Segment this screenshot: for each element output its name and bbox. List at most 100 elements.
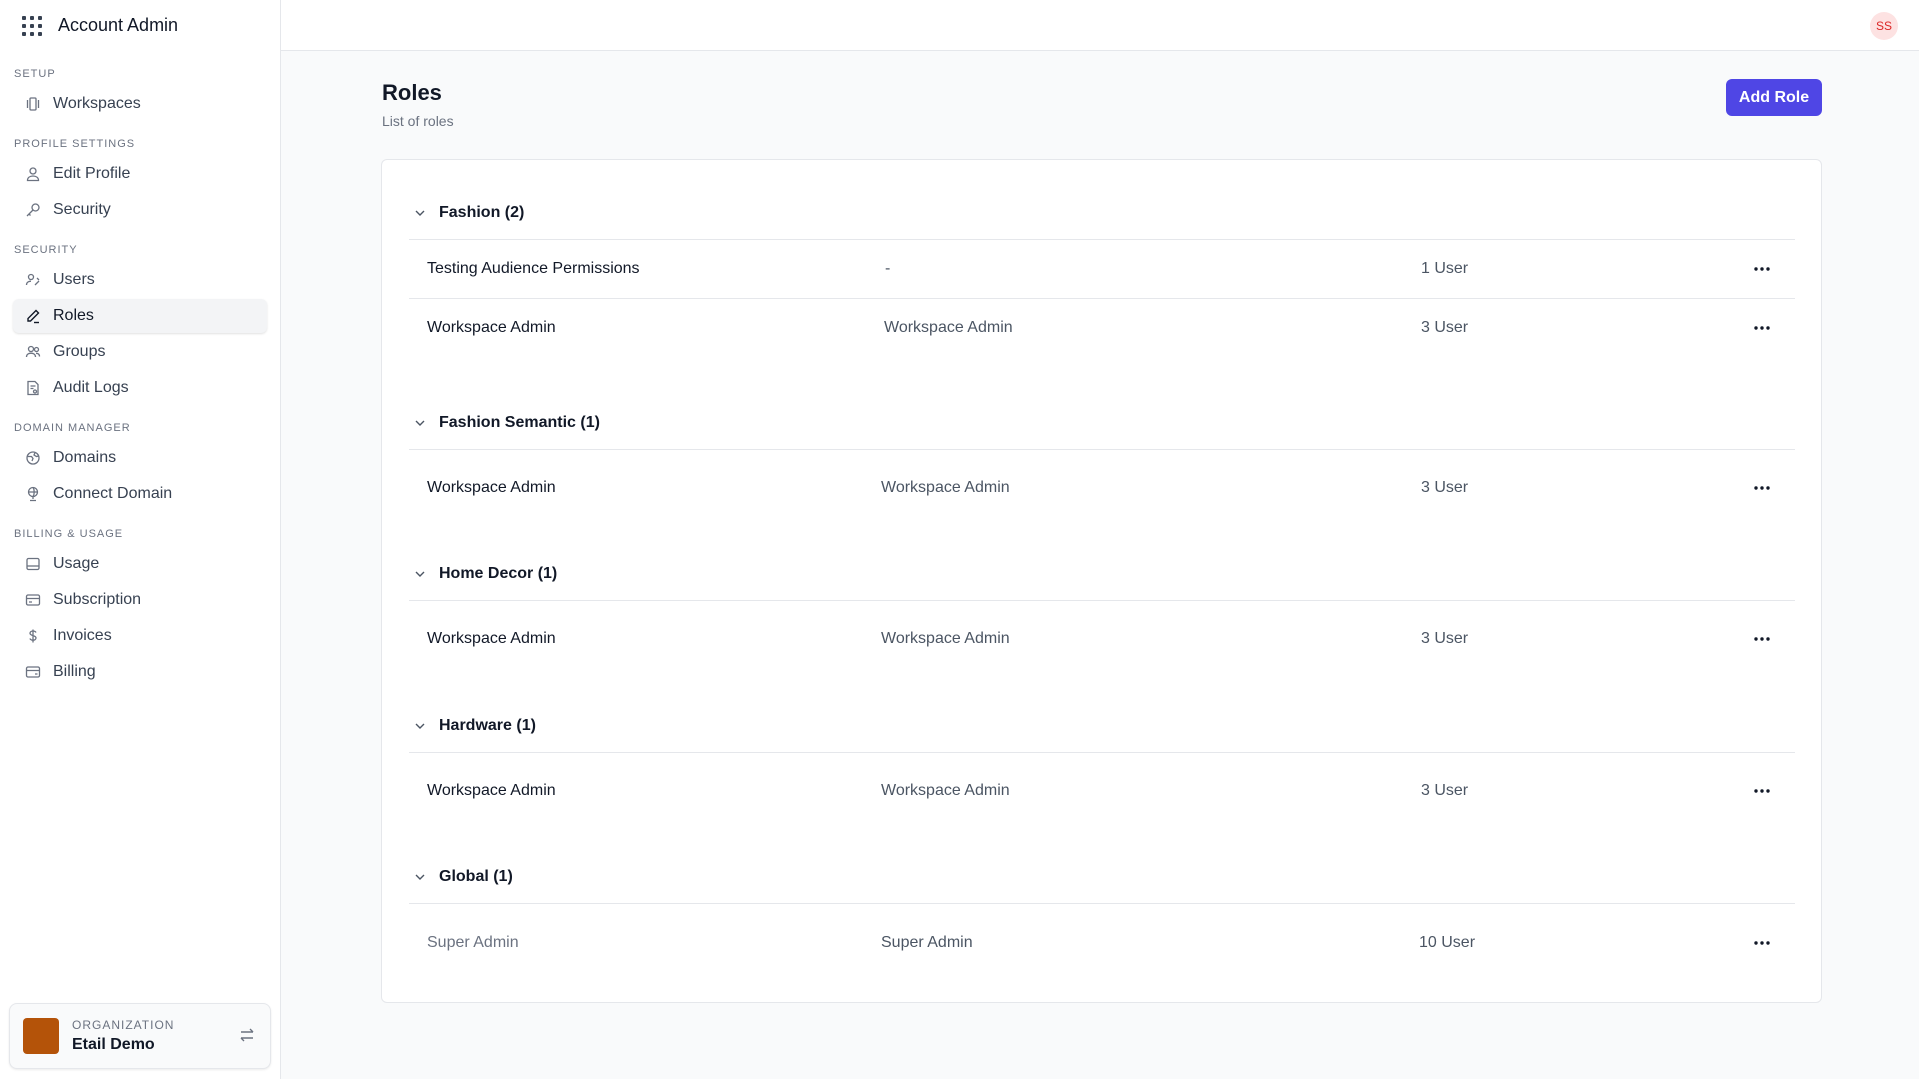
nav-section-setup: SETUP Workspaces	[0, 65, 280, 121]
role-description: Workspace Admin	[881, 630, 1010, 647]
sidebar-item-label: Users	[53, 271, 95, 288]
sidebar-item-usage[interactable]: Usage	[13, 547, 267, 581]
sidebar-item-security[interactable]: Security	[13, 193, 267, 227]
topbar: SS	[281, 0, 1919, 51]
role-user-count: 3 User	[1421, 630, 1469, 647]
table-row[interactable]: Workspace Admin Workspace Admin 3 User	[409, 601, 1795, 677]
sidebar-item-label: Security	[53, 201, 111, 218]
sidebar-item-label: Usage	[53, 555, 100, 572]
role-description: Workspace Admin	[884, 318, 1013, 336]
connect-globe-icon	[25, 486, 41, 502]
table-row[interactable]: Testing Audience Permissions - 1 User	[409, 240, 1795, 298]
nav-heading: SETUP	[14, 68, 56, 80]
organization-name: Etail Demo	[72, 1036, 155, 1053]
role-user-count: 3 User	[1421, 318, 1469, 336]
users-icon	[25, 272, 41, 288]
subscription-icon	[25, 592, 41, 608]
role-user-count: 10 User	[1419, 934, 1476, 951]
role-description: Workspace Admin	[881, 782, 1010, 799]
sidebar-item-connect-domain[interactable]: Connect Domain	[13, 477, 267, 511]
table-row[interactable]: Workspace Admin Workspace Admin 3 User	[409, 450, 1795, 526]
organization-switcher[interactable]: ORGANIZATION Etail Demo	[9, 1003, 271, 1069]
sidebar-item-label: Invoices	[53, 627, 112, 644]
sidebar-item-label: Workspaces	[53, 95, 141, 112]
table-row[interactable]: Super Admin Super Admin 10 User	[409, 904, 1795, 982]
audit-icon	[25, 380, 41, 396]
sidebar-item-label: Roles	[53, 307, 94, 324]
page-subtitle: List of roles	[382, 113, 454, 129]
nav-section-billing-usage: BILLING & USAGE Usage Subscription Invoi…	[0, 525, 280, 689]
sidebar-item-label: Audit Logs	[53, 379, 129, 396]
more-options-icon[interactable]	[1750, 257, 1774, 281]
nav-heading: BILLING & USAGE	[14, 528, 124, 540]
group-title: Global (1)	[439, 867, 513, 885]
group-header[interactable]: Home Decor (1)	[409, 547, 1795, 601]
group-header[interactable]: Hardware (1)	[409, 699, 1795, 753]
more-options-icon[interactable]	[1750, 316, 1774, 340]
group-header[interactable]: Fashion (2)	[409, 186, 1795, 240]
organization-label: ORGANIZATION	[72, 1018, 175, 1032]
sidebar-item-edit-profile[interactable]: Edit Profile	[13, 157, 267, 191]
app-grid-icon[interactable]	[22, 15, 42, 36]
sidebar-item-groups[interactable]: Groups	[13, 335, 267, 369]
globe-icon	[25, 450, 41, 466]
more-options-icon[interactable]	[1750, 627, 1774, 651]
swap-arrows-icon[interactable]	[238, 1026, 256, 1044]
chevron-down-icon	[413, 719, 427, 733]
role-group-fashion-semantic: Fashion Semantic (1) Workspace Admin Wor…	[409, 396, 1795, 526]
group-icon	[25, 344, 41, 360]
key-icon	[25, 202, 41, 218]
sidebar-item-roles[interactable]: Roles	[13, 299, 267, 333]
page-title: Roles	[382, 80, 442, 105]
group-header[interactable]: Fashion Semantic (1)	[409, 396, 1795, 450]
sidebar-item-billing[interactable]: Billing	[13, 655, 267, 689]
group-header[interactable]: Global (1)	[409, 850, 1795, 904]
role-name: Testing Audience Permissions	[427, 260, 640, 277]
role-group-hardware: Hardware (1) Workspace Admin Workspace A…	[409, 699, 1795, 829]
sidebar-item-audit-logs[interactable]: Audit Logs	[13, 371, 267, 405]
user-icon	[25, 166, 41, 182]
pencil-icon	[25, 308, 41, 324]
chevron-down-icon	[413, 567, 427, 581]
sidebar-item-workspaces[interactable]: Workspaces	[13, 87, 267, 121]
sidebar-item-subscription[interactable]: Subscription	[13, 583, 267, 617]
user-avatar[interactable]: SS	[1870, 12, 1898, 40]
app-title: Account Admin	[58, 15, 179, 35]
billing-icon	[25, 664, 41, 680]
sidebar: Account Admin SETUP Workspaces PROFILE S…	[0, 0, 281, 1079]
nav-heading: DOMAIN MANAGER	[14, 422, 131, 434]
role-group-global: Global (1) Super Admin Super Admin 10 Us…	[409, 850, 1795, 982]
roles-card: Fashion (2) Testing Audience Permissions…	[381, 159, 1822, 1003]
nav-section-profile-settings: PROFILE SETTINGS Edit Profile Security	[0, 135, 280, 227]
sidebar-item-invoices[interactable]: Invoices	[13, 619, 267, 653]
dollar-icon	[25, 628, 41, 644]
sidebar-item-users[interactable]: Users	[13, 263, 267, 297]
nav-section-domain-manager: DOMAIN MANAGER Domains Connect Domain	[0, 419, 280, 511]
role-name: Workspace Admin	[427, 630, 556, 647]
usage-icon	[25, 556, 41, 572]
chevron-down-icon	[413, 416, 427, 430]
add-role-button[interactable]: Add Role	[1726, 79, 1822, 116]
table-row[interactable]: Workspace Admin Workspace Admin 3 User	[409, 298, 1795, 356]
nav-heading: PROFILE SETTINGS	[14, 138, 136, 150]
sidebar-item-domains[interactable]: Domains	[13, 441, 267, 475]
sidebar-item-label: Billing	[53, 663, 96, 680]
role-user-count: 3 User	[1421, 479, 1469, 496]
role-description: Workspace Admin	[881, 479, 1010, 496]
role-description: -	[885, 260, 891, 277]
group-title: Home Decor (1)	[439, 564, 558, 582]
role-user-count: 3 User	[1421, 782, 1469, 799]
more-options-icon[interactable]	[1750, 931, 1774, 955]
group-title: Fashion Semantic (1)	[439, 413, 600, 431]
sidebar-item-label: Connect Domain	[53, 485, 173, 502]
organization-info: ORGANIZATION Etail Demo	[72, 1018, 174, 1054]
role-group-home-decor: Home Decor (1) Workspace Admin Workspace…	[409, 547, 1795, 677]
role-name: Workspace Admin	[427, 782, 556, 799]
nav-heading: SECURITY	[14, 244, 78, 256]
more-options-icon[interactable]	[1750, 779, 1774, 803]
table-row[interactable]: Workspace Admin Workspace Admin 3 User	[409, 753, 1795, 829]
sidebar-item-label: Domains	[53, 449, 117, 466]
role-name: Workspace Admin	[427, 318, 556, 336]
more-options-icon[interactable]	[1750, 476, 1774, 500]
role-user-count: 1 User	[1421, 260, 1469, 277]
